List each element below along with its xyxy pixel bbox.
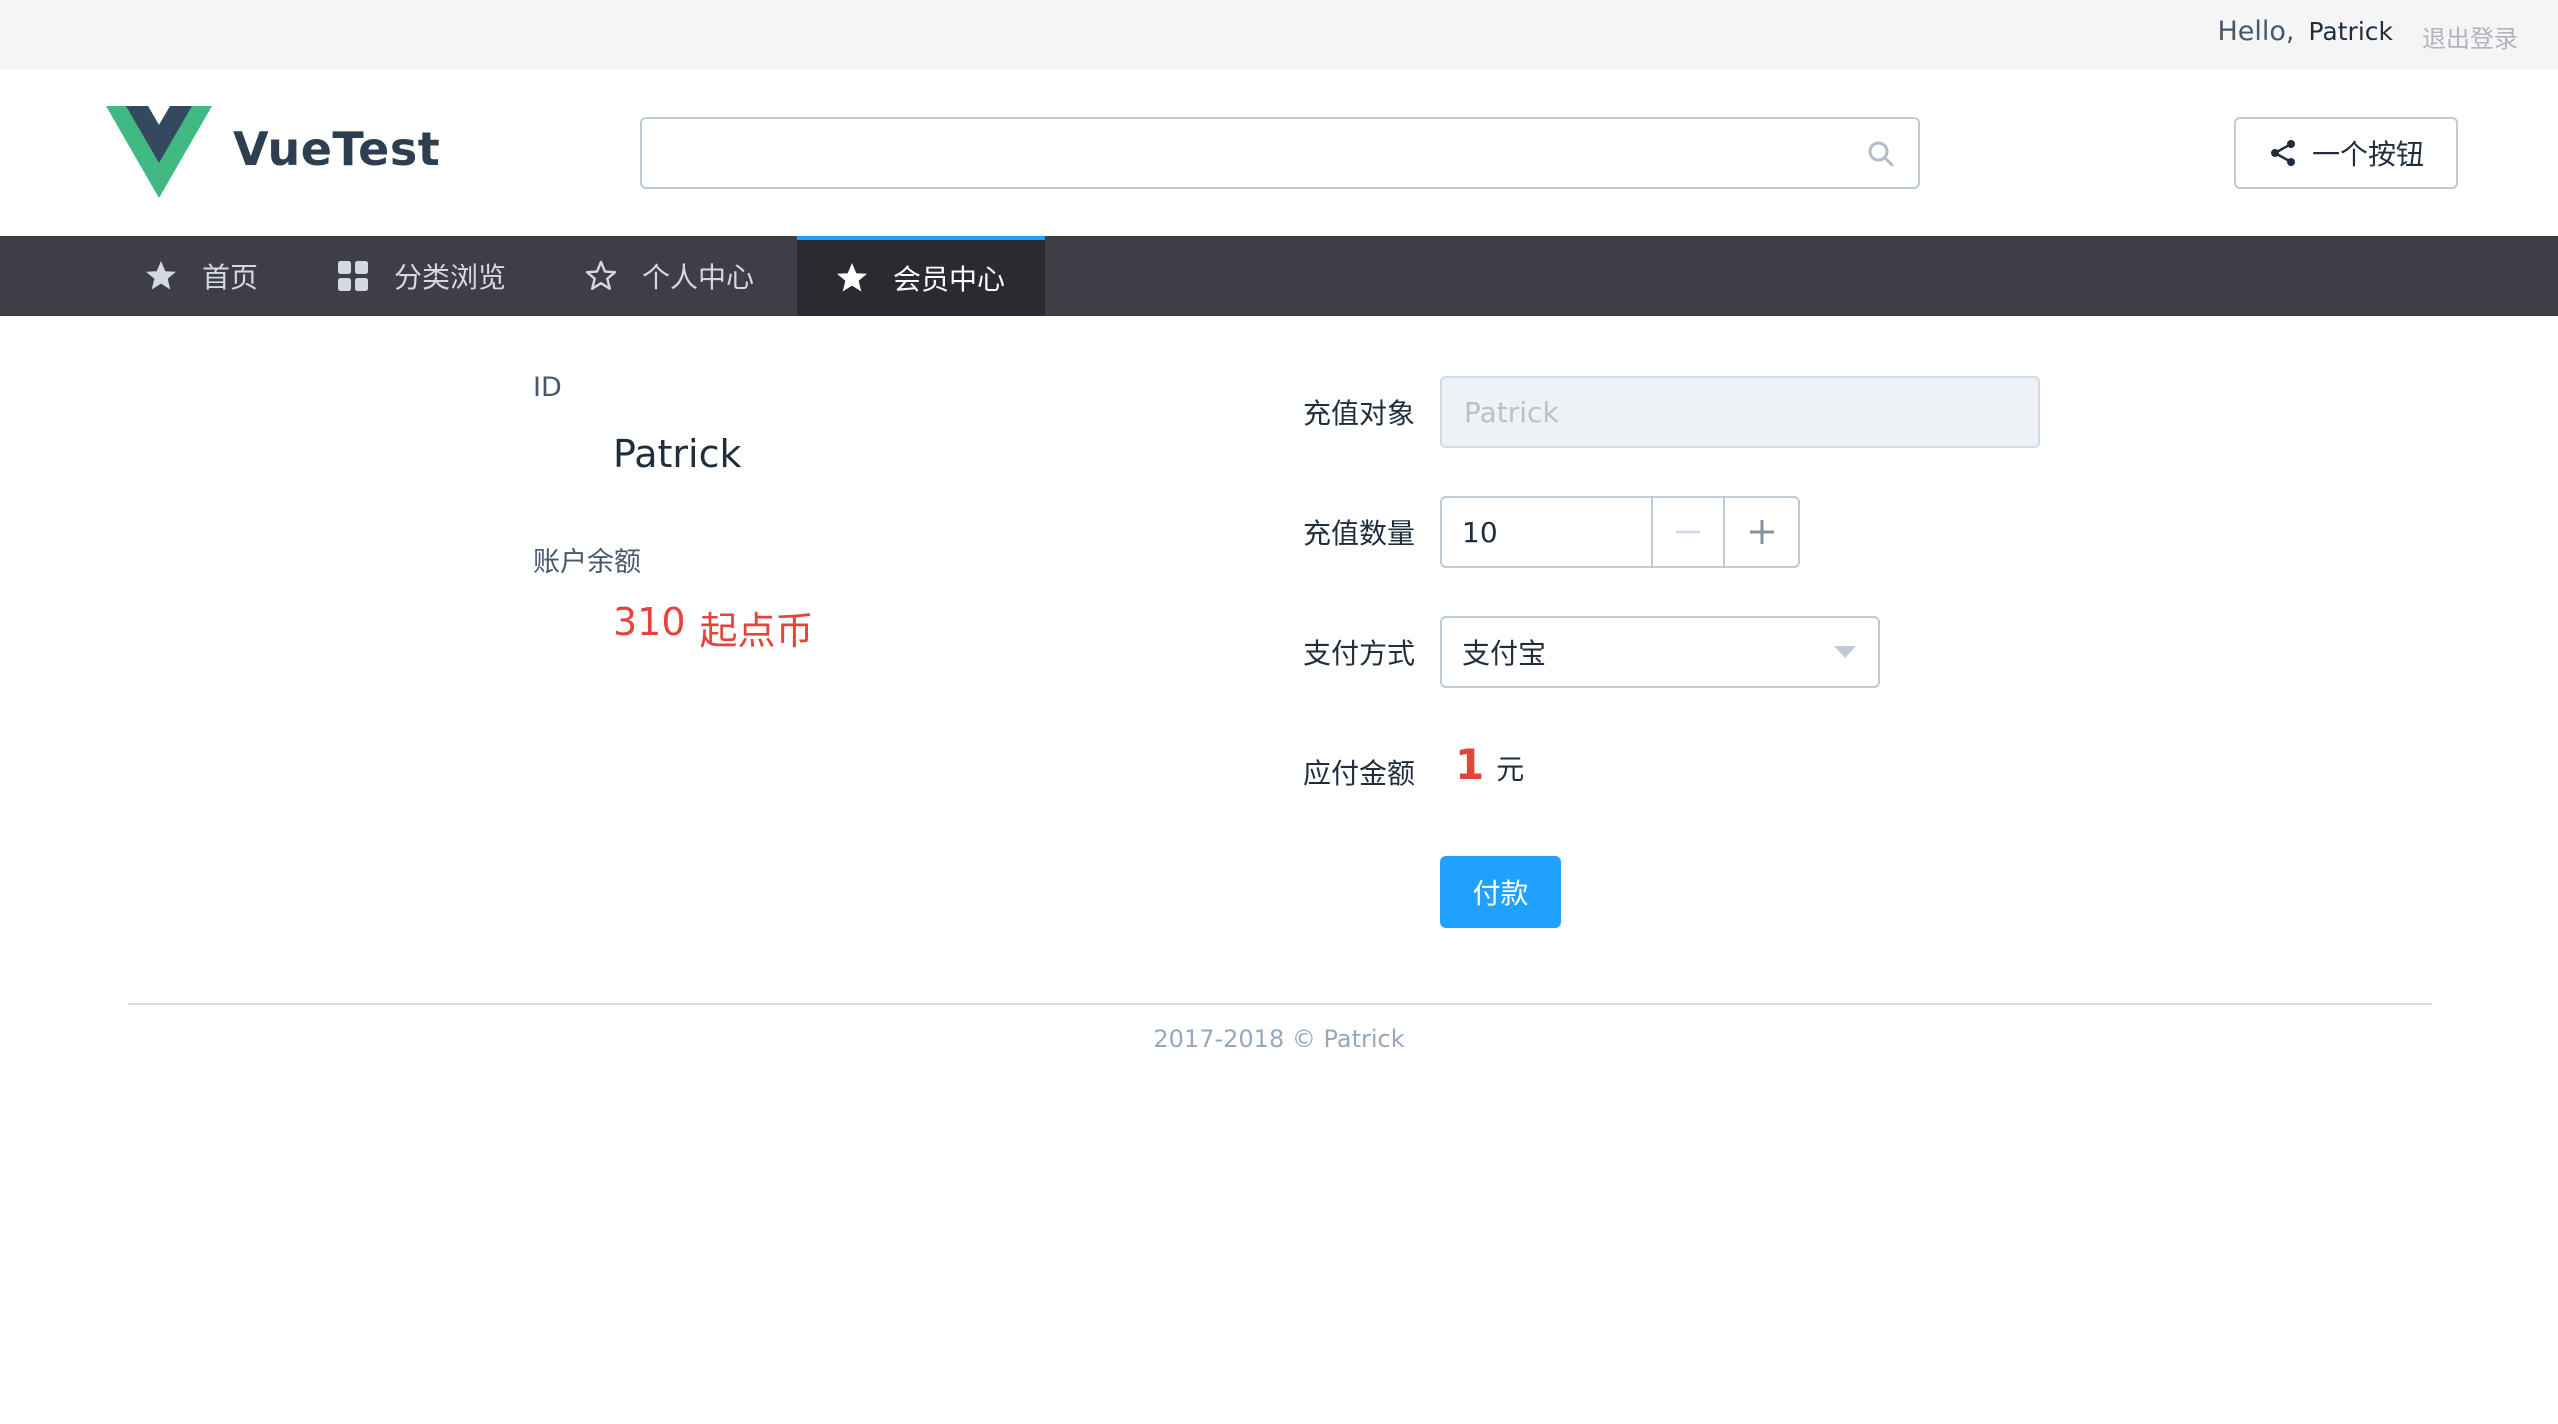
payment-label: 支付方式 (1303, 637, 1416, 670)
nav-item-label: 个人中心 (642, 261, 755, 294)
footer-divider (128, 1003, 2432, 1005)
star-outline-icon (585, 260, 617, 290)
quantity-label: 充值数量 (1303, 517, 1416, 550)
nav-item-home[interactable]: 首页 (144, 236, 298, 316)
balance-amount: 310 (613, 600, 686, 644)
nav-item-profile[interactable]: 个人中心 (584, 236, 794, 316)
due-amount-value: 1 (1455, 740, 1485, 789)
grid-icon (338, 261, 368, 291)
nav-item-categories[interactable]: 分类浏览 (336, 236, 546, 316)
decrement-button[interactable] (1653, 498, 1726, 566)
balance-value: 310 起点币 (613, 600, 814, 655)
balance-unit: 起点币 (699, 609, 814, 653)
search-box[interactable] (640, 117, 1920, 189)
star-filled-icon (837, 263, 867, 292)
top-bar: Hello, Patrick 退出登录 (0, 0, 2558, 70)
balance-label: 账户余额 (533, 547, 641, 578)
search-icon[interactable] (1866, 139, 1896, 169)
user-greeting: Hello, Patrick (2217, 16, 2393, 47)
caret-down-icon (1834, 646, 1856, 658)
quantity-stepper[interactable]: 10 (1440, 496, 1800, 568)
header: VueTest 一个按钮 (0, 70, 2558, 236)
increment-button[interactable] (1725, 498, 1798, 566)
minus-icon (1676, 530, 1701, 534)
payment-method-value: 支付宝 (1462, 637, 1547, 670)
share-icon (2270, 140, 2295, 166)
footer-copyright: 2017-2018 © Patrick (1153, 1025, 1405, 1053)
greeting-text: Hello, (2217, 16, 2295, 47)
quantity-input[interactable]: 10 (1442, 498, 1653, 566)
account-name: Patrick (613, 432, 742, 476)
target-label: 充值对象 (1303, 397, 1416, 430)
pay-button[interactable]: 付款 (1440, 856, 1561, 928)
id-label: ID (533, 372, 562, 403)
vue-logo-icon[interactable] (106, 106, 212, 198)
star-filled-icon (146, 261, 176, 290)
due-amount-unit: 元 (1496, 753, 1525, 786)
search-input[interactable] (642, 119, 1918, 187)
share-button-label: 一个按钮 (2311, 138, 2424, 171)
nav-item-label: 会员中心 (893, 263, 1006, 296)
payment-method-select[interactable]: 支付宝 (1440, 616, 1880, 688)
nav-item-member[interactable]: 会员中心 (797, 236, 1046, 316)
username[interactable]: Patrick (2308, 17, 2393, 46)
nav-item-label: 首页 (202, 261, 259, 294)
target-field: Patrick (1440, 376, 2040, 448)
brand-name[interactable]: VueTest (233, 122, 440, 176)
share-button[interactable]: 一个按钮 (2234, 117, 2458, 189)
due-amount: 1 元 (1455, 740, 1524, 789)
plus-icon (1749, 520, 1774, 544)
logout-link[interactable]: 退出登录 (2422, 19, 2518, 54)
nav-item-label: 分类浏览 (394, 261, 507, 294)
main-nav: 首页 分类浏览 个人中心 会员中心 (0, 236, 2558, 316)
due-label: 应付金额 (1303, 757, 1416, 790)
